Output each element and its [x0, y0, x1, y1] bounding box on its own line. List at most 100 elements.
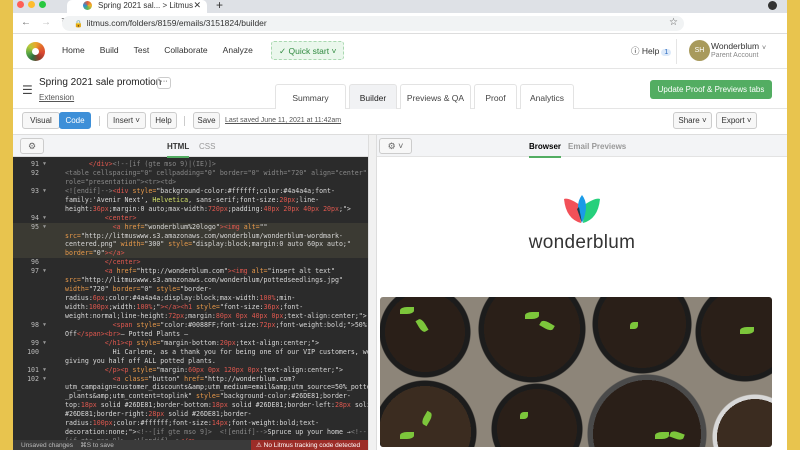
- code-line[interactable]: role="presentation"><tr><td>: [13, 178, 368, 187]
- code-line[interactable]: height: 36px ;margin:0 auto;max-width: 720p…: [13, 205, 368, 214]
- code-line[interactable]: #26DE81;border-right: 28px solid #26DE81;…: [13, 410, 368, 419]
- new-tab-button[interactable]: +: [216, 0, 223, 12]
- code-line[interactable]: centered.png" width= "300" style= "display…: [13, 240, 368, 250]
- code-line[interactable]: 91 ▼ </div> <!--[if (gte mso 9)|(IE)]>: [13, 160, 368, 169]
- fold-toggle-icon[interactable]: ▼: [39, 366, 65, 375]
- tab-previews-qa[interactable]: Previews & QA: [400, 84, 471, 109]
- visual-mode-button[interactable]: Visual: [22, 112, 60, 129]
- tab-html[interactable]: HTML: [167, 142, 190, 158]
- fold-toggle-icon[interactable]: ▼: [39, 321, 65, 330]
- insert-dropdown[interactable]: Insert ˅: [107, 112, 146, 129]
- close-tab-icon[interactable]: ✕: [193, 0, 201, 11]
- save-button[interactable]: Save: [193, 112, 220, 129]
- code-line[interactable]: border= "0" ></a>: [13, 249, 368, 259]
- browser-tab[interactable]: Spring 2021 sal... > Litmus ✕: [67, 0, 207, 13]
- export-dropdown[interactable]: Export ˅: [716, 112, 757, 129]
- code-line[interactable]: 98 ▼ <span style= "color:#0088FF;font-size…: [13, 321, 368, 330]
- seedling-leaf: [520, 412, 528, 419]
- fold-toggle-icon[interactable]: ▼: [39, 339, 65, 348]
- code-line[interactable]: utm_campaign=customer_discounts&amp;utm_…: [13, 383, 375, 392]
- code-token: "": [259, 222, 268, 231]
- close-window-button[interactable]: [17, 1, 24, 8]
- code-line[interactable]: 95 ▼ <a href= "wonderblum%20logo" ><img alt…: [13, 222, 368, 232]
- code-line[interactable]: width: 100px ;width: 100% ;" ></a><h1 style= "…: [13, 303, 368, 312]
- code-line[interactable]: width= "720" border= "0" style= "border-: [13, 285, 368, 294]
- code-line[interactable]: _plants&amp;utm_content=toplink" style= "…: [13, 392, 368, 401]
- litmus-logo[interactable]: [26, 42, 45, 61]
- maximize-window-button[interactable]: [39, 1, 46, 8]
- code-line[interactable]: src= "http://litmuswww.s3.amazonaws.com/w…: [13, 231, 368, 241]
- help-button[interactable]: Help: [150, 112, 177, 129]
- tab-css[interactable]: CSS: [199, 142, 215, 151]
- extension-link[interactable]: Extension: [39, 93, 74, 102]
- code-token: </span><br>: [76, 329, 121, 338]
- tab-proof[interactable]: Proof: [474, 84, 517, 109]
- code-line[interactable]: 94 ▼ <center>: [13, 214, 368, 223]
- panel-resize-handle[interactable]: [368, 135, 377, 450]
- forward-icon[interactable]: →: [41, 17, 51, 28]
- code-token: 80px 0px 40px 0px: [215, 311, 284, 320]
- nav-analyze[interactable]: Analyze: [223, 45, 253, 55]
- editor-settings-gear-icon[interactable]: ⚙: [20, 138, 44, 154]
- line-number: 95: [31, 222, 39, 231]
- code-line[interactable]: 92 <table cellspacing="0" cellpadding="0"…: [13, 169, 368, 178]
- code-line[interactable]: radius: 6px ;color:#4a4a4a;display:block;m…: [13, 294, 368, 303]
- bookmark-star-icon[interactable]: ☆: [669, 17, 678, 28]
- potted-seedlings-image[interactable]: [380, 297, 772, 447]
- account-menu[interactable]: Wonderblum Parent Account: [711, 41, 759, 61]
- code-line[interactable]: family:'Avenir Next', Helvetica, sans-se…: [13, 196, 368, 205]
- update-proof-button[interactable]: Update Proof & Previews tabs: [650, 80, 772, 99]
- tab-analytics[interactable]: Analytics: [520, 84, 574, 109]
- code-token: <a: [104, 267, 117, 276]
- code-line[interactable]: src= "http://litmuswww.s3.amazonaws.com/w…: [13, 276, 368, 285]
- nav-build[interactable]: Build: [100, 45, 119, 55]
- code-line[interactable]: 99 ▼ </h1><p style= "margin-bottom: 20px ;te…: [13, 339, 368, 348]
- fold-toggle-icon[interactable]: ▼: [39, 187, 65, 196]
- nav-collaborate[interactable]: Collaborate: [164, 45, 207, 55]
- code-line[interactable]: 102 ▼ <a class= "button" href= "http://wond…: [13, 375, 368, 384]
- wonderblum-logo[interactable]: wonderblum: [377, 195, 787, 254]
- code-token: style=: [196, 303, 220, 311]
- tab-email-previews[interactable]: Email Previews: [568, 142, 626, 151]
- back-icon[interactable]: ←: [21, 17, 31, 28]
- fold-toggle-icon[interactable]: ▼: [39, 160, 65, 169]
- share-dropdown[interactable]: Share ˅: [673, 112, 712, 129]
- code-line[interactable]: decoration:none;"> <!--[if gte mso 9]> <!…: [13, 428, 368, 437]
- tracking-warning[interactable]: ⚠ No Litmus tracking code detected: [251, 440, 368, 450]
- tab-summary[interactable]: Summary: [275, 84, 346, 109]
- code-line[interactable]: 101 ▼ </p><p style= "margin: 60px 0px 120px…: [13, 366, 368, 375]
- fold-toggle-icon[interactable]: ▼: [39, 375, 65, 384]
- tab-browser[interactable]: Browser: [529, 142, 562, 158]
- avatar[interactable]: SH: [689, 40, 710, 61]
- fold-toggle-icon[interactable]: ▼: [39, 267, 65, 276]
- code-mode-button[interactable]: Code: [59, 112, 91, 129]
- url-input[interactable]: 🔒 litmus.com/folders/8159/emails/3151824/…: [62, 16, 684, 31]
- code-line[interactable]: giving you half off ALL potted plants.: [13, 357, 368, 366]
- code-line[interactable]: 100 Hi Carlene, as a thank you for being…: [13, 348, 383, 357]
- browser-profile-icon[interactable]: [768, 1, 777, 10]
- code-editor[interactable]: 91 ▼ </div> <!--[if (gte mso 9)|(IE)]> 92 <t…: [13, 157, 383, 446]
- preview-settings-gear-icon[interactable]: ⚙ ˅: [379, 138, 412, 154]
- code-line[interactable]: weight:normal;line-height: 72px ;margin: 80…: [13, 312, 368, 321]
- nav-home[interactable]: Home: [62, 45, 85, 55]
- chevron-down-icon[interactable]: ˅: [762, 45, 766, 52]
- help-button[interactable]: ⓘ Help 1: [631, 45, 672, 57]
- code-token: , sans-serif;font-size:: [188, 195, 280, 204]
- more-options-button[interactable]: ···: [157, 77, 171, 89]
- tab-builder[interactable]: Builder: [349, 84, 397, 109]
- code-line[interactable]: Off </span><br> — Potted Plants —: [13, 330, 368, 339]
- editor-toolbar: Visual Code Insert ˅ Help Save Last save…: [13, 109, 787, 135]
- fold-toggle-icon[interactable]: ▼: [39, 214, 65, 223]
- quick-start-button[interactable]: ✓ Quick start ˅: [271, 41, 345, 60]
- code-line[interactable]: 97 ▼ <a href= "http://wonderblum.com" ><img…: [13, 267, 368, 276]
- sidebar-toggle-icon[interactable]: ☰: [22, 83, 33, 97]
- last-saved-link[interactable]: Last saved June 11, 2021 at 11:42am: [225, 117, 341, 124]
- code-line[interactable]: radius: 100px ;color:#ffffff;font-size: 14p…: [13, 419, 368, 428]
- minimize-window-button[interactable]: [28, 1, 35, 8]
- nav-test[interactable]: Test: [134, 45, 150, 55]
- code-line[interactable]: 96 </center>: [13, 258, 368, 267]
- code-line[interactable]: top: 18px solid #26DE81;border-bottom: 18p…: [13, 401, 375, 410]
- code-line[interactable]: 93 ▼ <![endif]--> <div style= "background-co…: [13, 187, 368, 196]
- fold-toggle-icon[interactable]: ▼: [39, 223, 65, 232]
